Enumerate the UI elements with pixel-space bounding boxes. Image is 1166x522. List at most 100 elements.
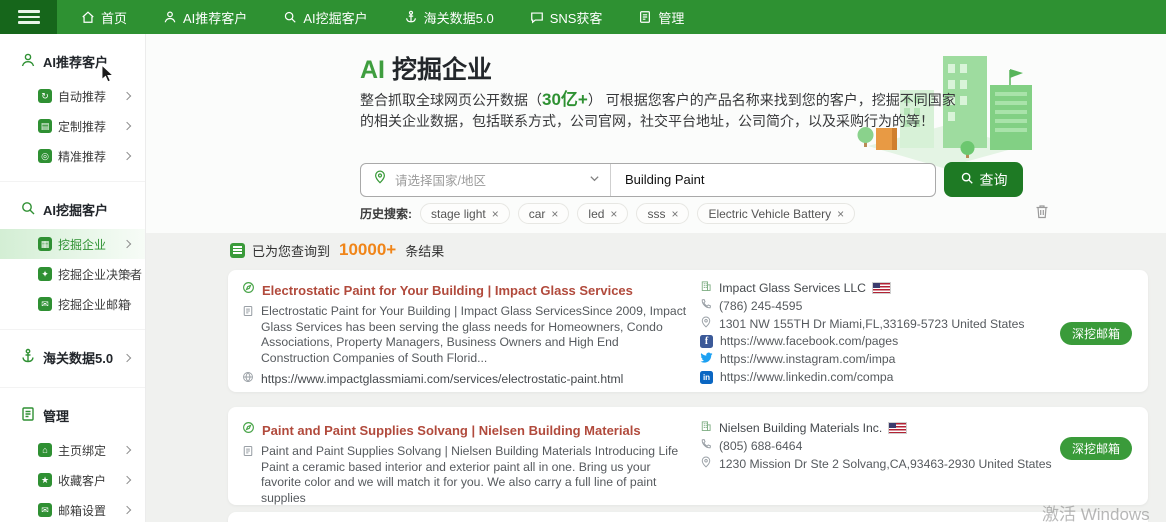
result-card-partial <box>228 512 1148 522</box>
link-icon: ⌂ <box>38 443 52 457</box>
sidebar-item-mine-email[interactable]: ✉ 挖掘企业邮箱 <box>0 289 145 319</box>
phone-number: (805) 688-6464 <box>719 439 802 453</box>
nav-tab-home[interactable]: 首页 <box>81 8 127 27</box>
custom-recommend-icon: ▤ <box>38 119 52 133</box>
deep-dig-email-button[interactable]: 深挖邮箱 <box>1060 322 1132 345</box>
hero-section: AI 挖掘企业 整合抓取全球网页公开数据（30亿+） 可根据您客户的产品名称来找… <box>146 34 1166 233</box>
sidebar-header-ai-mining[interactable]: AI挖掘客户 <box>0 188 145 229</box>
company-icon: ▦ <box>38 237 52 251</box>
result-title-link[interactable]: Electrostatic Paint for Your Building | … <box>262 283 633 298</box>
sidebar-item-custom-recommend[interactable]: ▤ 定制推荐 <box>0 111 145 141</box>
twitter-bird-icon <box>700 351 713 367</box>
building-icon <box>700 420 712 435</box>
nav-tab-customs-data[interactable]: 海关数据5.0 <box>404 8 494 27</box>
linkedin-icon: in <box>700 371 713 384</box>
country-select[interactable]: 请选择国家/地区 <box>361 164 611 196</box>
sidebar-header-label: 管理 <box>43 406 69 425</box>
sidebar-item-label: 挖掘企业 <box>58 236 106 253</box>
sidebar: AI推荐客户 ↻ 自动推荐 ▤ 定制推荐 ◎ 精准推荐 AI挖掘客户 <box>0 34 146 522</box>
search-icon <box>20 200 36 219</box>
sidebar-item-label: 自动推荐 <box>58 88 106 105</box>
nav-tab-manage[interactable]: 管理 <box>638 8 684 27</box>
history-tag[interactable]: sss× <box>636 203 689 224</box>
ai-lead-mining-app: 首页 AI推荐客户 AI挖掘客户 海关数据5.0 SNS获客 管理 <box>0 0 1166 522</box>
location-pin-icon <box>700 456 712 471</box>
location-pin-icon <box>373 170 387 189</box>
phone-number: (786) 245-4595 <box>719 299 802 313</box>
instagram-link[interactable]: https://www.instagram.com/impa <box>720 352 895 366</box>
query-button-label: 查询 <box>980 170 1008 190</box>
history-tag-label: led <box>588 207 604 221</box>
mail-settings-icon: ✉ <box>38 503 52 517</box>
sidebar-header-ai-recommend[interactable]: AI推荐客户 <box>0 40 145 81</box>
sidebar-item-favorite-customers[interactable]: ★ 收藏客户 <box>0 465 145 495</box>
chevron-right-icon <box>123 476 131 484</box>
clear-history-trash-icon[interactable] <box>1035 204 1049 224</box>
history-tag[interactable]: car× <box>518 203 570 224</box>
phone-icon <box>700 298 712 313</box>
sidebar-item-mine-decision-maker[interactable]: ✦ 挖掘企业决策者 <box>0 259 145 289</box>
sidebar-item-auto-recommend[interactable]: ↻ 自动推荐 <box>0 81 145 111</box>
sidebar-section-customs: 海关数据5.0 <box>0 330 145 388</box>
close-icon[interactable]: × <box>610 208 617 220</box>
search-icon <box>283 10 297 24</box>
sidebar-header-customs-data[interactable]: 海关数据5.0 <box>0 336 145 377</box>
nav-tab-ai-mining[interactable]: AI挖掘客户 <box>283 8 367 27</box>
precise-recommend-icon: ◎ <box>38 149 52 163</box>
result-card: Electrostatic Paint for Your Building | … <box>228 270 1148 392</box>
history-tag-label: stage light <box>431 207 486 221</box>
sidebar-item-mine-company[interactable]: ▦ 挖掘企业 <box>0 229 145 259</box>
home-icon <box>81 10 95 24</box>
close-icon[interactable]: × <box>492 208 499 220</box>
chat-bubble-icon <box>530 10 544 24</box>
document-icon <box>242 444 254 506</box>
deep-dig-email-button[interactable]: 深挖邮箱 <box>1060 437 1132 460</box>
sidebar-section-ai-mining: AI挖掘客户 ▦ 挖掘企业 ✦ 挖掘企业决策者 ✉ 挖掘企业邮箱 <box>0 182 145 330</box>
history-tag-label: Electric Vehicle Battery <box>708 207 831 221</box>
compass-icon <box>242 421 255 439</box>
chevron-right-icon <box>123 506 131 514</box>
result-title-link[interactable]: Paint and Paint Supplies Solvang | Niels… <box>262 423 641 438</box>
facebook-link[interactable]: https://www.facebook.com/pages <box>720 334 898 348</box>
search-history-row: 历史搜索: stage light× car× led× sss× Electr… <box>360 203 855 224</box>
results-section: 已为您查询到 10000+ 条结果 Electrostatic Paint fo… <box>146 233 1166 522</box>
result-url-link[interactable]: https://www.impactglassmiami.com/service… <box>261 372 623 386</box>
search-inputbox: 请选择国家/地区 <box>360 163 936 197</box>
nav-tab-label: AI挖掘客户 <box>303 8 367 27</box>
sidebar-item-label: 主页绑定 <box>58 442 106 459</box>
linkedin-link[interactable]: https://www.linkedin.com/compa <box>720 370 893 384</box>
result-card: Paint and Paint Supplies Solvang | Niels… <box>228 407 1148 505</box>
nav-tab-sns[interactable]: SNS获客 <box>530 8 603 27</box>
keyword-search-input[interactable] <box>611 172 935 187</box>
anchor-icon <box>404 10 418 24</box>
sidebar-item-precise-recommend[interactable]: ◎ 精准推荐 <box>0 141 145 171</box>
results-icon <box>230 243 245 258</box>
windows-activation-watermark: 激活 Windows <box>1042 500 1150 522</box>
auto-recommend-icon: ↻ <box>38 89 52 103</box>
phone-icon <box>700 438 712 453</box>
sidebar-item-mailbox-settings[interactable]: ✉ 邮箱设置 <box>0 495 145 522</box>
star-icon: ★ <box>38 473 52 487</box>
compass-icon <box>242 281 255 299</box>
nav-tab-label: SNS获客 <box>550 8 603 27</box>
history-tag[interactable]: stage light × <box>420 203 510 224</box>
close-icon[interactable]: × <box>671 208 678 220</box>
sidebar-item-homepage-binding[interactable]: ⌂ 主页绑定 <box>0 435 145 465</box>
query-button[interactable]: 查询 <box>944 162 1023 197</box>
history-tag[interactable]: led × <box>577 203 628 224</box>
close-icon[interactable]: × <box>837 208 844 220</box>
sidebar-header-manage[interactable]: 管理 <box>0 394 145 435</box>
chevron-right-icon <box>123 152 131 160</box>
search-bar: 请选择国家/地区 查询 <box>360 162 1023 197</box>
sidebar-item-label: 定制推荐 <box>58 118 106 135</box>
nav-tab-label: 海关数据5.0 <box>424 8 494 27</box>
nav-tab-ai-recommend[interactable]: AI推荐客户 <box>163 8 247 27</box>
facebook-icon: f <box>700 335 713 348</box>
history-tag[interactable]: Electric Vehicle Battery × <box>697 203 855 224</box>
sidebar-item-label: 邮箱设置 <box>58 502 106 519</box>
page-title: AI 挖掘企业 <box>360 50 492 86</box>
sidebar-section-manage: 管理 ⌂ 主页绑定 ★ 收藏客户 ✉ 邮箱设置 <box>0 388 145 522</box>
close-icon[interactable]: × <box>551 208 558 220</box>
nav-tab-label: 管理 <box>658 8 684 27</box>
hamburger-menu-button[interactable] <box>0 0 57 34</box>
